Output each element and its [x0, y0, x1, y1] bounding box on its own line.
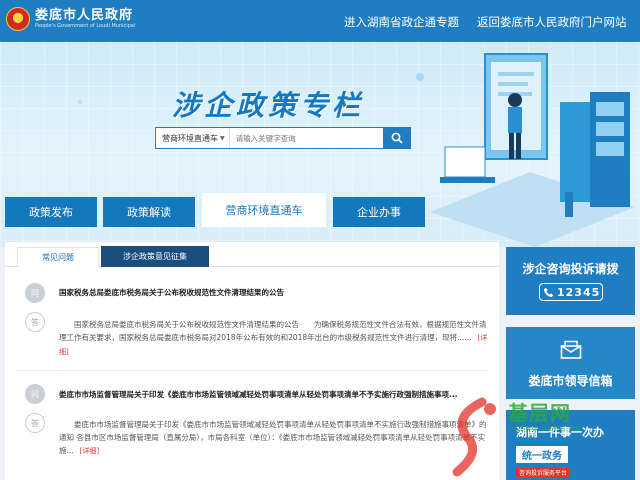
subtab-faq[interactable]: 常见问题 — [17, 247, 99, 267]
link-return-portal[interactable]: 返回娄底市人民政府门户网站 — [477, 14, 627, 30]
search-category-value: 营商环境直通车 — [162, 133, 218, 143]
top-bar: 娄底市人民政府 People's Government of Loudi Mun… — [0, 0, 640, 42]
site-name: 娄底市人民政府 — [35, 8, 134, 23]
question-badge: 问 — [25, 384, 45, 404]
site-watermark: 基层网 JICENG.NEWS.CN — [440, 395, 640, 480]
leader-mailbox-card[interactable]: 娄底市领导信箱 — [506, 327, 635, 399]
search-category-select[interactable]: 营商环境直通车 ▼ — [156, 128, 230, 148]
site-logo[interactable]: 娄底市人民政府 People's Government of Loudi Mun… — [6, 7, 135, 31]
link-hunan-zhengqitong[interactable]: 进入湖南省政企通专题 — [344, 14, 459, 30]
more-link[interactable]: [详细] — [80, 447, 99, 455]
answer-text: 娄底市市场监督管理局关于印发《娄底市市场监管领域减轻处罚事项清单从轻处罚事项清单… — [59, 420, 487, 455]
main-nav-tabs: 政策发布 政策解读 营商环境直通车 企业办事 — [0, 193, 640, 227]
search-button[interactable] — [383, 127, 411, 149]
page-title: 涉企政策专栏 — [172, 89, 365, 122]
question-title[interactable]: 娄底市市场监督管理局关于印发《娄底市市场监管领域减轻处罚事项清单从轻处罚事项清单… — [59, 389, 495, 400]
search-bar: 营商环境直通车 ▼ — [155, 127, 411, 149]
hotline-title: 涉企咨询投诉请拨 — [522, 262, 619, 276]
envelope-icon — [560, 340, 582, 359]
answer-badge: 答 — [25, 413, 45, 433]
answer-badge: 答 — [25, 312, 45, 332]
complaint-hotline-card[interactable]: 涉企咨询投诉请拨 12345 — [506, 247, 635, 315]
question-title[interactable]: 国家税务总局娄底市税务局关于公布税收规范性文件清理结果的公告 — [59, 287, 495, 298]
tab-enterprise-affairs[interactable]: 企业办事 — [333, 197, 425, 227]
national-emblem-icon — [6, 7, 30, 31]
watermark-subtext: JICENG.NEWS.CN — [508, 425, 582, 433]
divider — [15, 370, 489, 371]
subtab-policy-feedback[interactable]: 涉企政策意见征集 — [101, 246, 209, 267]
faq-panel: 常见问题 涉企政策意见征集 问 国家税务总局娄底市税务局关于公布税收规范性文件清… — [5, 242, 499, 480]
tab-business-environment[interactable]: 营商环境直通车 — [202, 193, 326, 227]
search-input[interactable] — [229, 128, 383, 148]
question-badge: 问 — [25, 283, 45, 303]
tab-policy-interpretation[interactable]: 政策解读 — [103, 197, 195, 227]
hotline-number: 12345 — [539, 283, 603, 301]
answer-text: 国家税务总局娄底市税务局关于公布税收规范性文件清理结果的公告 为确保税务规范性文… — [59, 320, 488, 356]
tab-policy-release[interactable]: 政策发布 — [5, 197, 97, 227]
search-icon — [391, 132, 403, 144]
watermark-logo-icon — [452, 397, 496, 477]
mailbox-title: 娄底市领导信箱 — [528, 374, 613, 388]
site-name-en: People's Government of Loudi Municipal — [35, 23, 136, 29]
phone-icon — [543, 287, 554, 297]
faq-subtabs: 常见问题 涉企政策意见征集 — [5, 242, 499, 267]
watermark-text: 基层网 — [508, 401, 571, 425]
caret-down-icon: ▼ — [220, 134, 225, 142]
